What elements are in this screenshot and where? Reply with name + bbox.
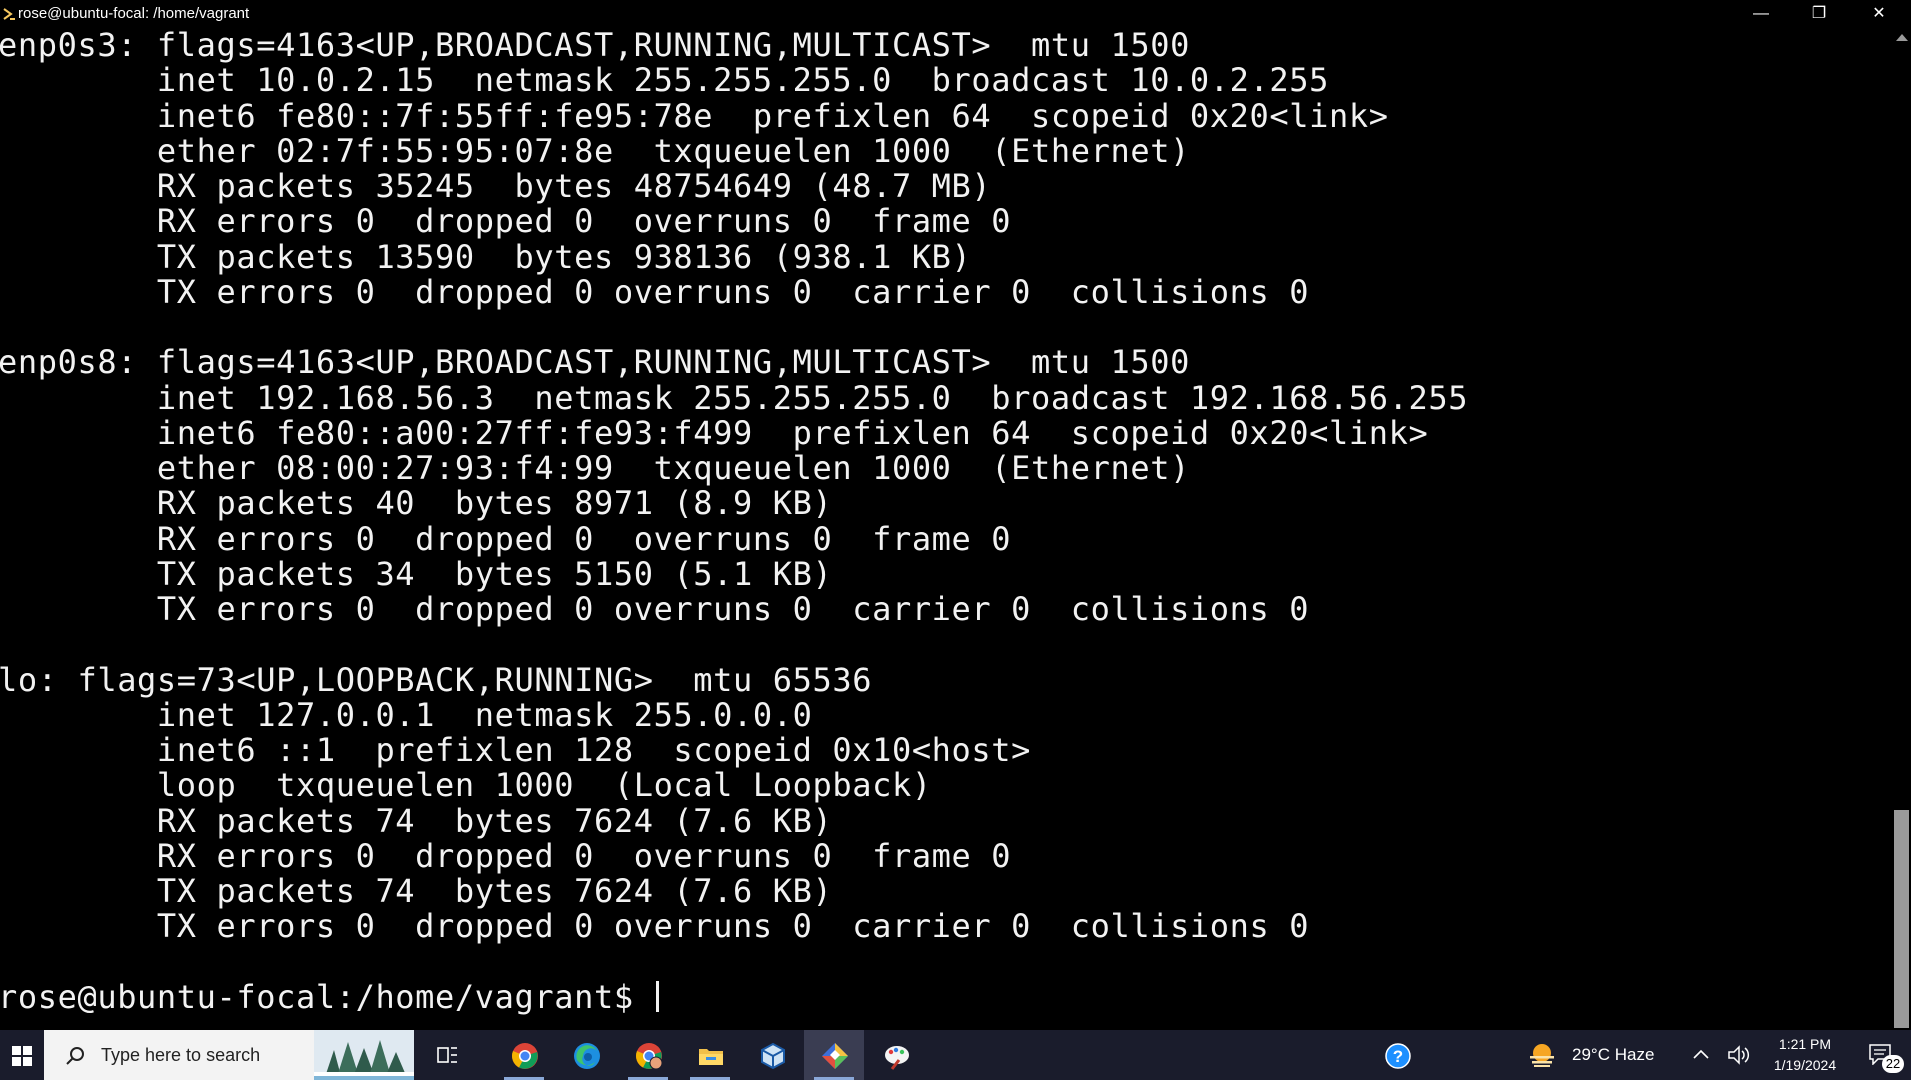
terminal-line: RX packets 35245 bytes 48754649 (48.7 MB… (0, 167, 992, 205)
taskbar-app-file-explorer[interactable] (680, 1030, 740, 1080)
scroll-down-arrow-icon[interactable] (1896, 1017, 1908, 1024)
paint-icon (885, 1046, 909, 1070)
help-button[interactable]: ? (1374, 1030, 1420, 1080)
window-title: rose@ubuntu-focal: /home/vagrant (18, 5, 250, 22)
terminal-line: TX errors 0 dropped 0 overruns 0 carrier… (0, 272, 1310, 311)
cube-icon (761, 1042, 785, 1070)
taskbar: Type here to search ? 29°C Haze 1:21 PM … (0, 1030, 1911, 1080)
edge-icon (574, 1043, 600, 1069)
weather-text: 29°C Haze (1572, 1045, 1655, 1064)
terminal-line: RX errors 0 dropped 0 overruns 0 frame 0 (0, 202, 1012, 241)
git-icon (822, 1043, 848, 1069)
terminal-line: enp0s8: flags=4163<UP,BROADCAST,RUNNING,… (0, 343, 1190, 382)
close-button[interactable]: ✕ (1850, 0, 1908, 28)
scrollbar-track[interactable] (1892, 48, 1911, 1028)
taskbar-search-box[interactable]: Type here to search (44, 1030, 414, 1080)
terminal-line: enp0s3: flags=4163<UP,BROADCAST,RUNNING,… (0, 28, 1190, 64)
search-highlight-scene-icon (314, 1030, 414, 1080)
terminal-line: RX packets 40 bytes 8971 (8.9 KB) (0, 484, 833, 523)
terminal-line: RX errors 0 dropped 0 overruns 0 frame 0 (0, 519, 1012, 558)
chrome-icon (512, 1043, 538, 1069)
chrome-profile-icon (636, 1043, 663, 1070)
scrollbar-thumb[interactable] (1894, 810, 1909, 1028)
maximize-button[interactable]: ❐ (1790, 0, 1848, 28)
terminal-line: loop txqueuelen 1000 (Local Loopback) (0, 766, 932, 805)
terminal-line: lo: flags=73<UP,LOOPBACK,RUNNING> mtu 65… (0, 660, 873, 699)
terminal-cursor (655, 980, 659, 1012)
taskbar-app-chrome-profile[interactable] (618, 1030, 678, 1080)
notification-count-badge: 22 (1882, 1055, 1904, 1073)
terminal-line: TX packets 13590 bytes 938136 (938.1 KB) (0, 237, 972, 276)
terminal-line: RX errors 0 dropped 0 overruns 0 frame 0 (0, 836, 1012, 875)
terminal-line: RX packets 74 bytes 7624 (7.6 KB) (0, 801, 833, 840)
folder-icon (699, 1049, 723, 1065)
minimize-button[interactable]: — (1732, 0, 1790, 28)
notification-center-button[interactable]: 22 (1856, 1030, 1911, 1080)
speaker-icon (1728, 1045, 1750, 1065)
terminal-line: inet6 fe80::7f:55ff:fe95:78e prefixlen 6… (0, 96, 1389, 135)
taskbar-app-virtualbox[interactable] (742, 1030, 802, 1080)
show-hidden-icons-button[interactable] (1688, 1030, 1714, 1080)
terminal-line: TX packets 74 bytes 7624 (7.6 KB) (0, 872, 833, 910)
vertical-scrollbar[interactable] (1892, 28, 1911, 1030)
terminal-line: TX errors 0 dropped 0 overruns 0 carrier… (0, 907, 1310, 946)
terminal-line: TX errors 0 dropped 0 overruns 0 carrier… (0, 590, 1310, 628)
haze-sun-icon (1530, 1044, 1554, 1067)
volume-button[interactable] (1724, 1030, 1754, 1080)
clock-date: 1/19/2024 (1773, 1057, 1837, 1073)
git-bash-icon (3, 8, 15, 20)
terminal-line: rose@ubuntu-focal:/home/vagrant$ (0, 979, 659, 1015)
terminal-line: ether 02:7f:55:95:07:8e txqueuelen 1000 … (0, 131, 1190, 170)
weather-widget[interactable]: 29°C Haze (1520, 1030, 1670, 1080)
terminal-output[interactable]: enp0s3: flags=4163<UP,BROADCAST,RUNNING,… (0, 28, 1892, 1030)
terminal-line: inet 10.0.2.15 netmask 255.255.255.0 bro… (0, 61, 1329, 100)
task-view-button[interactable] (425, 1030, 471, 1080)
system-clock[interactable]: 1:21 PM 1/19/2024 (1760, 1030, 1850, 1080)
svg-text:?: ? (1393, 1047, 1403, 1066)
search-placeholder: Type here to search (101, 1045, 261, 1065)
taskbar-app-git-bash[interactable] (804, 1030, 864, 1080)
chevron-up-icon (1693, 1049, 1709, 1059)
title-bar: rose@ubuntu-focal: /home/vagrant — ❐ ✕ (0, 0, 1911, 28)
help-icon: ? (1385, 1043, 1411, 1069)
terminal-line: TX packets 34 bytes 5150 (5.1 KB) (0, 554, 833, 593)
search-icon (66, 1047, 84, 1065)
terminal-line: inet6 ::1 prefixlen 128 scopeid 0x10<hos… (0, 731, 1032, 769)
terminal-line: inet 192.168.56.3 netmask 255.255.255.0 … (0, 378, 1469, 417)
start-button[interactable] (0, 1030, 44, 1080)
scroll-up-arrow-icon[interactable] (1896, 34, 1908, 41)
terminal-line: ether 08:00:27:93:f4:99 txqueuelen 1000 … (0, 449, 1190, 487)
taskbar-app-chrome[interactable] (494, 1030, 554, 1080)
terminal-line: inet6 fe80::a00:27ff:fe93:f499 prefixlen… (0, 413, 1429, 452)
taskbar-app-paint[interactable] (866, 1030, 926, 1080)
terminal-line: inet 127.0.0.1 netmask 255.0.0.0 (0, 695, 813, 734)
clock-time: 1:21 PM (1778, 1036, 1832, 1052)
task-view-icon (437, 1047, 457, 1063)
taskbar-app-edge[interactable] (556, 1030, 616, 1080)
windows-logo-icon (12, 1046, 32, 1066)
